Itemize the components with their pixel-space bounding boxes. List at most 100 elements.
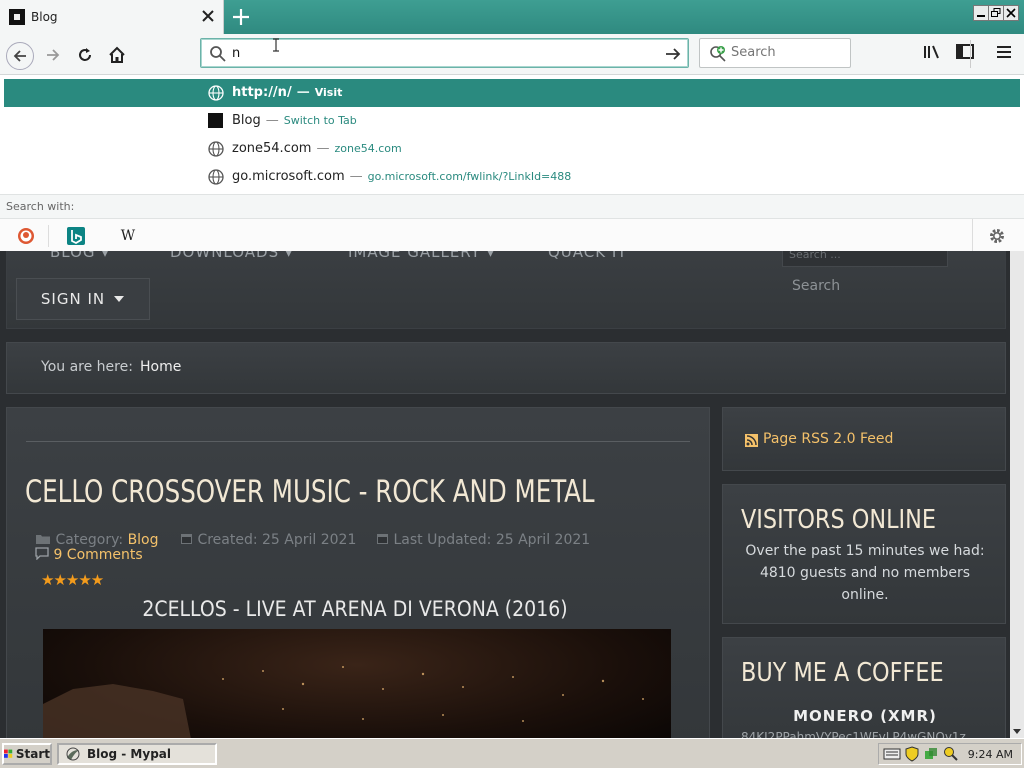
keyboard-icon bbox=[883, 748, 901, 760]
menu-image-gallery[interactable]: IMAGE GALLERY ▾ bbox=[348, 251, 495, 261]
close-window-icon[interactable] bbox=[1003, 5, 1019, 21]
autocomplete-action: Switch to Tab bbox=[283, 114, 357, 127]
autocomplete-action: go.microsoft.com/fwlink/?LinkId=488 bbox=[367, 170, 572, 183]
sidebar-toggle-icon[interactable] bbox=[955, 43, 975, 61]
windows-logo-icon bbox=[4, 749, 13, 758]
engine-divider bbox=[48, 225, 49, 247]
library-icon[interactable] bbox=[922, 43, 942, 61]
globe-icon bbox=[208, 169, 224, 185]
blog-favicon-icon bbox=[9, 9, 25, 25]
scrollbar[interactable] bbox=[1010, 251, 1024, 738]
url-autocomplete-dropdown: http://n/ — Visit Blog — Switch to Tab zone5… bbox=[0, 75, 1024, 252]
duckduckgo-icon[interactable] bbox=[17, 227, 35, 245]
url-input[interactable] bbox=[232, 44, 652, 62]
text-cursor-icon bbox=[271, 38, 281, 52]
visitors-title: VISITORS ONLINE bbox=[741, 505, 937, 535]
visitors-text: Over the past 15 minutes we had: 4810 gu… bbox=[745, 543, 985, 603]
network-icon bbox=[925, 748, 937, 759]
add-search-engine-icon bbox=[709, 45, 727, 63]
updated-date: Last Updated: 25 April 2021 bbox=[393, 532, 591, 548]
page-search-placeholder: Search ... bbox=[789, 251, 841, 261]
scrollbar-arrows bbox=[1013, 729, 1021, 734]
minimize-icon[interactable] bbox=[973, 5, 989, 21]
arena-video-frame bbox=[43, 666, 644, 738]
search-tray-icon bbox=[944, 747, 958, 761]
calendar-icon bbox=[377, 534, 388, 544]
video-embed[interactable] bbox=[43, 629, 671, 738]
article-comments[interactable]: 9 Comments bbox=[35, 547, 143, 563]
go-arrow-icon[interactable] bbox=[664, 45, 682, 63]
browser-tab[interactable]: Blog bbox=[0, 0, 224, 35]
autocomplete-url: go.microsoft.com bbox=[232, 169, 345, 184]
blog-favicon-icon bbox=[208, 113, 223, 128]
autocomplete-url: zone54.com bbox=[232, 141, 312, 156]
category-label: Category: bbox=[55, 532, 124, 548]
search-magnifier-icon bbox=[209, 45, 227, 63]
article-divider bbox=[26, 441, 690, 442]
hamburger-menu-icon[interactable] bbox=[995, 43, 1013, 61]
caret-down-icon bbox=[114, 296, 125, 302]
separator-dash: — bbox=[349, 169, 363, 184]
mypal-icon bbox=[66, 747, 80, 761]
calendar-icon bbox=[181, 534, 192, 544]
clock: 9:24 AM bbox=[967, 747, 1013, 761]
menu-downloads[interactable]: DOWNLOADS ▾ bbox=[170, 251, 293, 261]
shield-icon bbox=[905, 746, 919, 762]
rss-panel: Page RSS 2.0 Feed bbox=[722, 407, 1006, 471]
search-input[interactable] bbox=[731, 45, 841, 60]
article-subtitle: 2CELLOS - LIVE AT ARENA DI VERONA (2016) bbox=[142, 597, 568, 621]
start-button[interactable]: Start bbox=[2, 743, 52, 765]
reload-icon[interactable] bbox=[72, 42, 98, 68]
restore-icon[interactable] bbox=[988, 5, 1004, 21]
home-icon[interactable] bbox=[104, 42, 130, 68]
coffee-coin: MONERO (XMR) bbox=[793, 707, 937, 725]
autocomplete-action: Visit bbox=[314, 86, 343, 99]
article-created: Created: 25 April 2021 bbox=[180, 532, 356, 548]
created-date: Created: 25 April 2021 bbox=[197, 532, 357, 548]
toolbar-divider bbox=[970, 40, 971, 68]
tab-title: Blog bbox=[31, 10, 58, 24]
search-engines-bar: W bbox=[0, 218, 1024, 252]
autocomplete-row-switch-tab[interactable]: Blog — Switch to Tab bbox=[4, 107, 1020, 135]
new-tab-plus-icon[interactable] bbox=[230, 6, 252, 28]
separator-dash: — bbox=[265, 113, 279, 128]
autocomplete-row-visit[interactable]: http://n/ — Visit bbox=[4, 79, 1020, 107]
start-label: Start bbox=[15, 747, 50, 761]
article-title[interactable]: CELLO CROSSOVER MUSIC - ROCK AND METAL bbox=[25, 474, 595, 510]
rating-stars[interactable]: ★★★★★ bbox=[41, 571, 104, 589]
globe-icon bbox=[208, 85, 224, 101]
sign-in-button[interactable]: SIGN IN bbox=[16, 278, 150, 320]
wikipedia-icon[interactable]: W bbox=[119, 227, 137, 245]
search-box[interactable] bbox=[699, 38, 851, 68]
search-with-label: Search with: bbox=[6, 200, 75, 213]
back-arrow-icon[interactable] bbox=[6, 42, 34, 70]
engine-divider bbox=[972, 219, 973, 252]
gear-icon[interactable] bbox=[988, 227, 1006, 245]
taskbar-item-label: Blog - Mypal bbox=[87, 747, 171, 761]
taskbar-item-mypal[interactable]: Blog - Mypal bbox=[57, 743, 217, 765]
category-link[interactable]: Blog bbox=[128, 532, 159, 548]
close-tab-icon[interactable] bbox=[200, 8, 216, 24]
comments-link[interactable]: 9 Comments bbox=[53, 547, 142, 563]
taskbar: Start Blog - Mypal 9:24 AM bbox=[0, 738, 1024, 768]
search-with-bar: Search with: bbox=[0, 194, 1024, 218]
separator-dash: — bbox=[316, 141, 330, 156]
coffee-address: 84KI2PPahmVYPec1WFvLP4wGNQv1z bbox=[741, 730, 966, 738]
menu-quack-it[interactable]: QUACK IT bbox=[548, 251, 627, 261]
autocomplete-url: http://n/ bbox=[232, 85, 292, 100]
sign-in-label: SIGN IN bbox=[40, 290, 106, 308]
autocomplete-row-microsoft[interactable]: go.microsoft.com — go.microsoft.com/fwlink… bbox=[4, 163, 1020, 191]
breadcrumb-home-link[interactable]: Home bbox=[140, 359, 181, 375]
rss-feed-link[interactable]: Page RSS 2.0 Feed bbox=[763, 431, 893, 447]
forward-arrow-icon[interactable] bbox=[40, 42, 66, 68]
menu-blog[interactable]: BLOG ▾ bbox=[50, 251, 110, 261]
comment-icon bbox=[35, 547, 49, 560]
page-search-field[interactable]: Search ... bbox=[782, 251, 948, 267]
rss-icon bbox=[745, 434, 758, 447]
page-search-button[interactable]: Search bbox=[792, 278, 912, 306]
autocomplete-row-zone54[interactable]: zone54.com — zone54.com bbox=[4, 135, 1020, 163]
folder-icon bbox=[36, 535, 50, 544]
breadcrumb: You are here: Home bbox=[6, 342, 1006, 394]
bing-icon[interactable] bbox=[67, 227, 85, 245]
visitors-panel: VISITORS ONLINE Over the past 15 minutes… bbox=[722, 484, 1006, 624]
